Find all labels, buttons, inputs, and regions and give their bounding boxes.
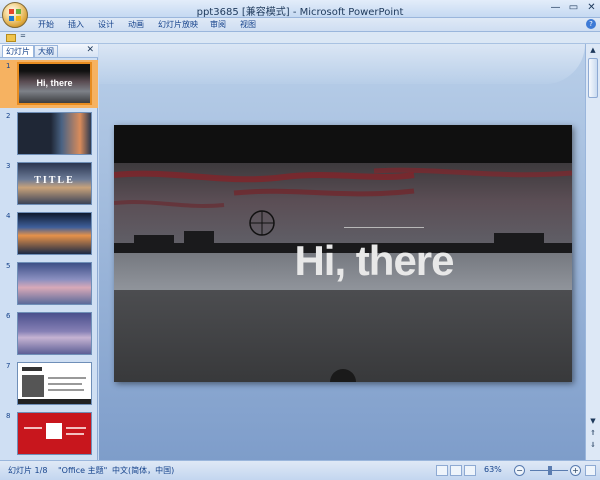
slide-thumbnail[interactable]: 1 Hi, there (0, 60, 98, 108)
tab-home[interactable]: 开始 (38, 19, 54, 30)
slide-thumbnail[interactable]: 7 (0, 360, 98, 408)
slide-thumbnail[interactable]: 5 (0, 260, 98, 308)
slide-preview (17, 312, 92, 355)
zoom-slider-handle[interactable] (548, 466, 552, 475)
slide-thumbnail[interactable]: 3 TITLE (0, 160, 98, 208)
zoom-level[interactable]: 63% (484, 465, 502, 474)
slide-number: 6 (6, 312, 11, 320)
current-slide[interactable]: Hi, there (114, 125, 572, 382)
ribbon-tabs: 开始 插入 设计 动画 幻灯片放映 审阅 视图 ? (0, 18, 600, 32)
title-divider-line (344, 227, 424, 228)
tab-slideshow[interactable]: 幻灯片放映 (158, 19, 198, 30)
scroll-down-icon[interactable]: ▼ (587, 416, 599, 426)
office-logo-icon (9, 9, 22, 22)
pane-tabs: 幻灯片 大纲 ✕ (0, 44, 98, 58)
slides-pane: 幻灯片 大纲 ✕ 1 Hi, there 2 3 TITLE 4 5 6 7 8 (0, 44, 98, 460)
window-title: ppt3685 [兼容模式] - Microsoft PowerPoint (196, 7, 404, 18)
slide-preview: Hi, there (17, 62, 92, 105)
title-bar: ppt3685 [兼容模式] - Microsoft PowerPoint — … (0, 0, 600, 18)
status-bar: 幻灯片 1/8 "Office 主题" 中文(简体，中国) 63% − + (0, 460, 600, 480)
slide-preview: TITLE (17, 162, 92, 205)
slide-number: 1 (6, 62, 11, 70)
theme-name: "Office 主题" (58, 466, 108, 475)
slide-number: 8 (6, 412, 11, 420)
slide-dark-band (114, 125, 572, 163)
slide-number: 4 (6, 212, 11, 220)
tab-review[interactable]: 审阅 (210, 19, 226, 30)
language-status[interactable]: 中文(简体，中国) (112, 465, 174, 476)
slide-preview (17, 112, 92, 155)
fit-to-window-icon[interactable] (585, 465, 596, 476)
slide-preview (17, 262, 92, 305)
slide-number: 7 (6, 362, 11, 370)
tab-insert[interactable]: 插入 (68, 19, 84, 30)
slide-number: 2 (6, 112, 11, 120)
slide-preview (17, 412, 92, 455)
slide-preview-title: TITLE (34, 175, 75, 186)
tab-outline[interactable]: 大纲 (34, 45, 58, 57)
slide-preview (17, 362, 92, 405)
slide-thumbnail[interactable]: 6 (0, 310, 98, 358)
workspace-highlight (99, 44, 585, 84)
previous-slide-icon[interactable]: ⇑ (587, 428, 599, 438)
slide-thumbnail[interactable]: 2 (0, 110, 98, 158)
tab-design[interactable]: 设计 (98, 19, 114, 30)
customize-toolbar-button[interactable]: = (20, 32, 26, 40)
minimize-button[interactable]: — (547, 1, 564, 15)
slide-number: 3 (6, 162, 11, 170)
slide-number: 5 (6, 262, 11, 270)
tab-animation[interactable]: 动画 (128, 19, 144, 30)
zoom-out-button[interactable]: − (514, 465, 525, 476)
pane-close-icon[interactable]: ✕ (86, 45, 94, 55)
slide-position: 幻灯片 1/8 (8, 466, 48, 475)
slideshow-view-icon[interactable] (464, 465, 476, 476)
slide-title[interactable]: Hi, there (254, 237, 494, 285)
slide-sorter-icon[interactable] (450, 465, 462, 476)
next-slide-icon[interactable]: ⇓ (587, 440, 599, 450)
office-button[interactable] (2, 2, 28, 28)
help-icon[interactable]: ? (586, 19, 596, 29)
slide-thumbnails: 1 Hi, there 2 3 TITLE 4 5 6 7 8 (0, 58, 98, 460)
slide-thumbnail[interactable]: 4 (0, 210, 98, 258)
slide-preview-title: Hi, there (36, 78, 73, 88)
normal-view-icon[interactable] (436, 465, 448, 476)
slide-thumbnail[interactable]: 8 (0, 410, 98, 458)
maximize-button[interactable]: ▭ (565, 1, 582, 15)
scroll-up-icon[interactable]: ▲ (587, 45, 599, 55)
slide-editing-area[interactable]: Hi, there (99, 44, 585, 460)
zoom-in-button[interactable]: + (570, 465, 581, 476)
quick-access-toolbar: = (0, 32, 600, 44)
slide-preview (17, 212, 92, 255)
open-folder-icon[interactable] (6, 34, 16, 42)
vertical-scrollbar[interactable]: ▲ ▼ ⇑ ⇓ (585, 44, 600, 460)
close-button[interactable]: ✕ (583, 1, 600, 15)
scrollbar-thumb[interactable] (588, 58, 598, 98)
tab-slides[interactable]: 幻灯片 (2, 45, 34, 57)
tab-view[interactable]: 视图 (240, 19, 256, 30)
